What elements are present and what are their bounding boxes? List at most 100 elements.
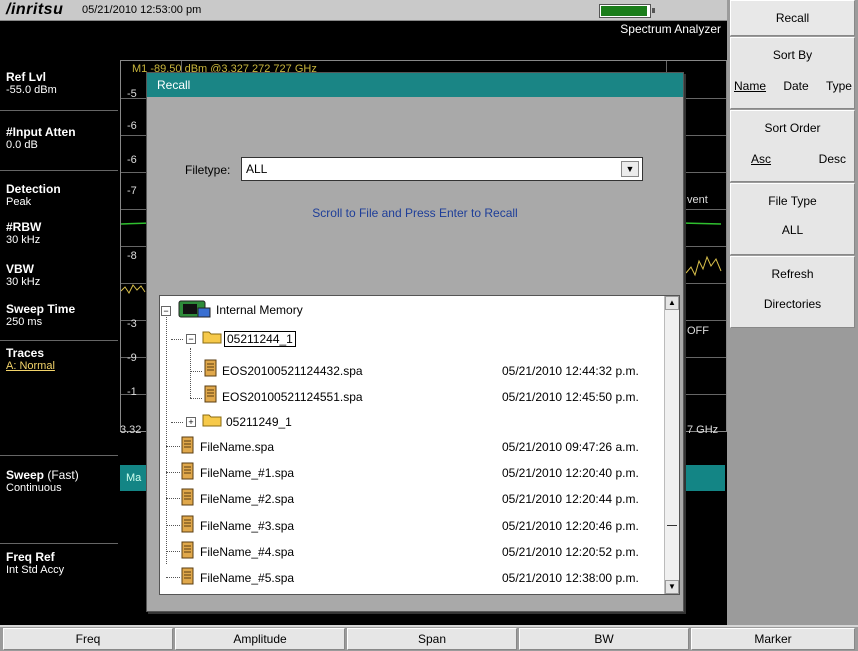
sweep-label: Sweep (Fast) [6,468,116,482]
collapse-icon[interactable]: − [186,334,196,344]
marker-table-label: Ma [126,472,142,484]
file-type-button[interactable]: File Type ALL [730,183,855,255]
tree-root-label: Internal Memory [216,303,303,317]
file-name: FileName_#2.spa [200,492,295,506]
collapse-icon[interactable]: − [161,306,171,316]
file-row[interactable]: FileName_#4.spa 05/21/2010 12:20:52 p.m. [200,542,662,562]
tree-line [166,525,180,526]
file-tree[interactable]: − Internal Memory − 05211244_1 EOS201005… [159,295,680,595]
file-icon [181,436,194,454]
file-icon [181,541,194,559]
freq-ref-label: Freq Ref [6,550,55,564]
tree-line [190,398,202,399]
start-freq-label: 3.32 [120,424,142,436]
softkey-title: Recall [730,0,855,36]
sweep-value: Continuous [6,482,62,494]
file-row[interactable]: EOS20100521124432.spa 05/21/2010 12:44:3… [222,361,662,381]
filetype-dropdown[interactable]: ALL ▼ [241,157,643,181]
bw-menu-button[interactable]: BW [519,628,689,650]
sweep-suffix: (Fast) [47,468,79,482]
detection-value: Peak [6,196,32,208]
sort-by-label: Sort By [772,48,813,62]
file-icon [204,385,217,403]
vbw-label: VBW [6,262,34,276]
scroll-down-icon[interactable]: ▼ [665,580,679,594]
file-row[interactable]: FileName_#1.spa 05/21/2010 12:20:40 p.m. [200,463,662,483]
scrollbar[interactable]: ▲ ▼ [664,296,679,594]
folder-icon [202,331,222,344]
sort-order-asc[interactable]: Asc [751,152,771,166]
tree-line [190,371,202,372]
file-type-value: ALL [781,223,804,237]
file-name: EOS20100521124432.spa [222,364,363,378]
tick-label: -7 [127,185,137,197]
ref-level: Ref Lvl -55.0 dBm [6,70,116,96]
file-date: 05/21/2010 12:20:44 p.m. [502,492,639,506]
amplitude-menu-button[interactable]: Amplitude [175,628,345,650]
file-row[interactable]: FileName_#3.spa 05/21/2010 12:20:46 p.m. [200,516,662,536]
tick-label: -3 [127,318,137,330]
refresh-label: Refresh [771,267,814,281]
file-name: FileName_#3.spa [200,519,295,533]
file-date: 05/21/2010 12:20:46 p.m. [502,519,639,533]
divider [0,170,118,171]
traces-label: Traces [6,346,45,360]
sweep-time-label: Sweep Time [6,302,76,316]
sort-by-name[interactable]: Name [734,79,766,93]
off-label: OFF [687,325,709,337]
sort-order-label: Sort Order [764,121,821,135]
tree-line [166,577,180,578]
sort-by-button[interactable]: Sort By Name Date Type [730,37,855,109]
freq-ref-value: Int Std Accy [6,564,65,576]
battery-icon [599,4,651,18]
file-icon [181,515,194,533]
expand-icon[interactable]: + [186,417,196,427]
sort-order-button[interactable]: Sort Order Asc Desc [730,110,855,182]
ref-level-label: Ref Lvl [6,70,47,84]
freq-ref: Freq Ref Int Std Accy [6,550,116,576]
file-icon [181,462,194,480]
divider [0,543,118,544]
file-row[interactable]: EOS20100521124551.spa 05/21/2010 12:45:5… [222,387,662,407]
sort-order-desc[interactable]: Desc [819,152,846,166]
battery-level [601,6,647,16]
file-name: FileName_#1.spa [200,466,295,480]
scroll-up-icon[interactable]: ▲ [665,296,679,310]
event-label: vent [687,194,708,206]
span-menu-button[interactable]: Span [347,628,517,650]
tree-line [166,551,180,552]
tick-label: -6 [127,154,137,166]
sweep-time: Sweep Time 250 ms [6,302,116,328]
file-date: 05/21/2010 12:45:50 p.m. [502,390,639,404]
file-row[interactable]: FileName.spa 05/21/2010 09:47:26 a.m. [200,437,662,457]
filetype-value: ALL [246,162,268,176]
tree-line [190,348,191,398]
sort-order-options: Asc Desc [731,152,854,166]
tree-line [166,498,180,499]
divider [0,455,118,456]
refresh-directories-button[interactable]: Refresh Directories [730,256,855,328]
file-icon [204,359,217,377]
instruction-text: Scroll to File and Press Enter to Recall [312,206,518,220]
tree-line [171,422,183,423]
softkey-title-label: Recall [775,11,810,25]
rbw-label: #RBW [6,220,42,234]
traces-value-link[interactable]: A: Normal [6,360,116,372]
vbw-value: 30 kHz [6,276,41,288]
scroll-thumb[interactable] [667,525,677,526]
rbw-value: 30 kHz [6,234,41,246]
file-row[interactable]: FileName_#2.spa 05/21/2010 12:20:44 p.m. [200,489,662,509]
file-name: EOS20100521124551.spa [222,390,363,404]
divider [0,110,118,111]
sort-by-options: Name Date Type [731,79,854,93]
marker-menu-button[interactable]: Marker [691,628,855,650]
sort-by-type[interactable]: Type [826,79,852,93]
file-row[interactable]: FileName_#5.spa 05/21/2010 12:38:00 p.m. [200,568,662,588]
sort-by-date[interactable]: Date [783,79,808,93]
stop-freq-label: 7 GHz [687,424,719,436]
sweep: Sweep (Fast) Continuous [6,468,116,494]
chevron-down-icon[interactable]: ▼ [621,161,639,177]
tick-label: -9 [127,352,137,364]
freq-menu-button[interactable]: Freq [3,628,173,650]
traces: Traces A: Normal [6,346,116,372]
